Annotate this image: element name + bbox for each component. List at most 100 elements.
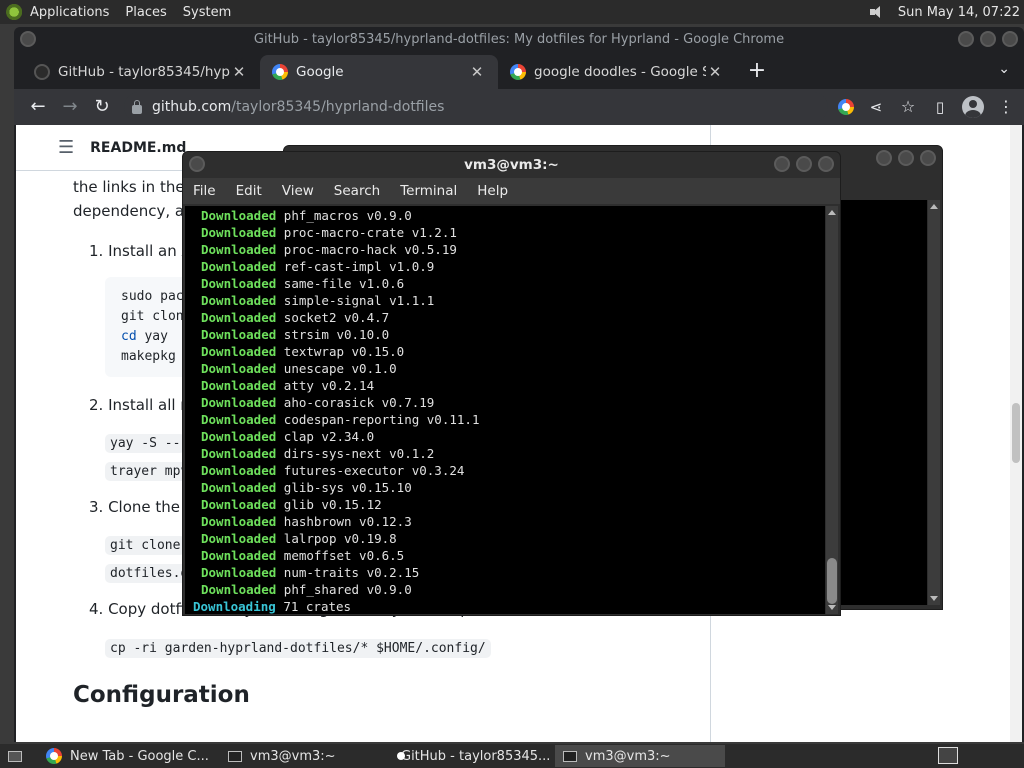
terminal-line: Downloaded codespan-reporting v0.11.1 (185, 411, 825, 428)
share-icon[interactable]: ⋖ (866, 91, 886, 123)
bookmark-star-icon[interactable]: ☆ (898, 91, 918, 123)
terminal-scrollbar-thumb[interactable] (827, 558, 837, 604)
chrome-icon (46, 748, 62, 764)
lock-icon[interactable] (132, 99, 142, 114)
downloaded-keyword: Downloaded (201, 344, 277, 359)
terminal-back-scrollbar[interactable] (928, 200, 940, 605)
crate-name: codespan-reporting v0.11.1 (283, 412, 480, 427)
menu-help[interactable]: Help (467, 183, 518, 199)
terminal-back-screen[interactable] (839, 200, 927, 605)
tab-google-doodles[interactable]: google doodles - Google Search ✕ (498, 55, 736, 89)
scroll-up-arrow-icon[interactable] (828, 210, 836, 215)
chrome-menu-icon[interactable]: ⋮ (996, 91, 1016, 123)
close-tab-icon[interactable]: ✕ (230, 63, 248, 81)
taskbar-item-new-tab[interactable]: New Tab - Google C... (38, 745, 220, 767)
workspace-switcher[interactable] (938, 747, 958, 764)
terminal-titlebar[interactable]: vm3@vm3:~ (183, 152, 840, 178)
minimize-button[interactable] (958, 31, 974, 47)
close-window-button[interactable] (920, 150, 936, 166)
terminal-line: Downloaded proc-macro-hack v0.5.19 (185, 241, 825, 258)
maximize-button[interactable] (898, 150, 914, 166)
page-scrollbar[interactable] (1010, 125, 1022, 742)
downloaded-keyword: Downloaded (201, 514, 277, 529)
crate-name: socket2 v0.4.7 (283, 310, 390, 325)
terminal-window-front[interactable]: vm3@vm3:~ File Edit View Search Terminal… (182, 151, 841, 616)
scroll-up-arrow-icon[interactable] (930, 204, 938, 209)
menu-search[interactable]: Search (324, 183, 390, 199)
new-tab-button[interactable]: + (742, 55, 772, 89)
minimize-button[interactable] (876, 150, 892, 166)
close-window-button[interactable] (818, 156, 834, 172)
window-menu-icon[interactable] (20, 31, 36, 47)
terminal-line: Downloaded futures-executor v0.3.24 (185, 462, 825, 479)
crate-name: num-traits v0.2.15 (283, 565, 420, 580)
menu-view[interactable]: View (272, 183, 324, 199)
downloaded-keyword: Downloaded (201, 208, 277, 223)
outline-list-icon[interactable]: ☰ (58, 137, 74, 158)
crate-name: phf_macros v0.9.0 (283, 208, 412, 223)
downloaded-keyword: Downloaded (201, 293, 277, 308)
window-menu-icon[interactable] (189, 156, 205, 172)
tab-google-label: Google (296, 64, 344, 80)
tab-search-chevron-icon[interactable]: ⌄ (998, 61, 1010, 77)
terminal-screen[interactable]: Downloaded phf_macros v0.9.0 Downloaded p… (185, 206, 825, 614)
terminal-line: Downloaded socket2 v0.4.7 (185, 309, 825, 326)
downloaded-keyword: Downloaded (201, 480, 277, 495)
inline-code: dotfiles.g (105, 564, 194, 583)
profile-avatar[interactable] (962, 96, 984, 118)
tab-github[interactable]: GitHub - taylor85345/hyprland ✕ (22, 55, 260, 89)
places-menu[interactable]: Places (119, 0, 176, 24)
downloaded-keyword: Downloaded (201, 225, 277, 240)
terminal-line: Downloaded simple-signal v1.1.1 (185, 292, 825, 309)
tab-google[interactable]: Google ✕ (260, 55, 498, 89)
scroll-down-arrow-icon[interactable] (930, 596, 938, 601)
applications-menu[interactable]: Applications (0, 0, 119, 24)
back-button[interactable]: ← (22, 91, 54, 123)
taskbar-item-label: vm3@vm3:~ (250, 748, 336, 764)
menu-terminal[interactable]: Terminal (390, 183, 467, 199)
taskbar-item-label: GitHub - taylor85345... (401, 748, 551, 764)
close-window-button[interactable] (1002, 31, 1018, 47)
crate-name: hashbrown v0.12.3 (283, 514, 412, 529)
menu-file[interactable]: File (183, 183, 226, 199)
maximize-button[interactable] (796, 156, 812, 172)
downloaded-keyword: Downloaded (201, 429, 277, 444)
crate-name: aho-corasick v0.7.19 (283, 395, 435, 410)
maximize-button[interactable] (980, 31, 996, 47)
terminal-scrollbar[interactable] (826, 206, 838, 614)
google-lens-icon[interactable] (838, 99, 854, 115)
show-desktop-icon[interactable] (8, 750, 22, 762)
chrome-titlebar[interactable]: GitHub - taylor85345/hyprland-dotfiles: … (14, 27, 1024, 51)
crate-name: proc-macro-hack v0.5.19 (283, 242, 457, 257)
system-menu-label: System (182, 4, 232, 20)
close-tab-icon[interactable]: ✕ (706, 63, 724, 81)
downloaded-keyword: Downloaded (201, 531, 277, 546)
close-tab-icon[interactable]: ✕ (468, 63, 486, 81)
taskbar-item-github[interactable]: GitHub - taylor85345... (385, 745, 555, 767)
code-keyword: cd (121, 329, 137, 344)
minimize-button[interactable] (774, 156, 790, 172)
panel-clock[interactable]: Sun May 14, 07:22 (886, 5, 1024, 20)
terminal-line: Downloaded glib v0.15.12 (185, 496, 825, 513)
taskbar-item-terminal-2[interactable]: vm3@vm3:~ (555, 745, 725, 767)
downloaded-keyword: Downloaded (201, 378, 277, 393)
downloaded-keyword: Downloaded (201, 548, 277, 563)
downloading-keyword: Downloading (193, 599, 276, 614)
distro-logo-icon (6, 3, 24, 21)
downloaded-keyword: Downloaded (201, 259, 277, 274)
inline-code: cp -ri garden-hyprland-dotfiles/* $HOME/… (105, 639, 491, 658)
taskbar-item-terminal-1[interactable]: vm3@vm3:~ (220, 745, 385, 767)
crate-name: glib v0.15.12 (283, 497, 382, 512)
system-menu[interactable]: System (177, 0, 241, 24)
scroll-down-arrow-icon[interactable] (828, 605, 836, 610)
page-scrollbar-thumb[interactable] (1012, 403, 1020, 463)
volume-icon[interactable] (868, 4, 886, 20)
reload-button[interactable]: ↻ (86, 91, 118, 123)
taskbar-item-label: New Tab - Google C... (70, 748, 209, 764)
forward-button[interactable]: → (54, 91, 86, 123)
side-panel-icon[interactable]: ▯ (930, 91, 950, 123)
address-bar[interactable]: github.com/taylor85345/hyprland-dotfiles (124, 92, 828, 122)
menu-edit[interactable]: Edit (226, 183, 272, 199)
tab-google-doodles-label: google doodles - Google Search (534, 64, 706, 80)
crate-name: futures-executor v0.3.24 (283, 463, 465, 478)
